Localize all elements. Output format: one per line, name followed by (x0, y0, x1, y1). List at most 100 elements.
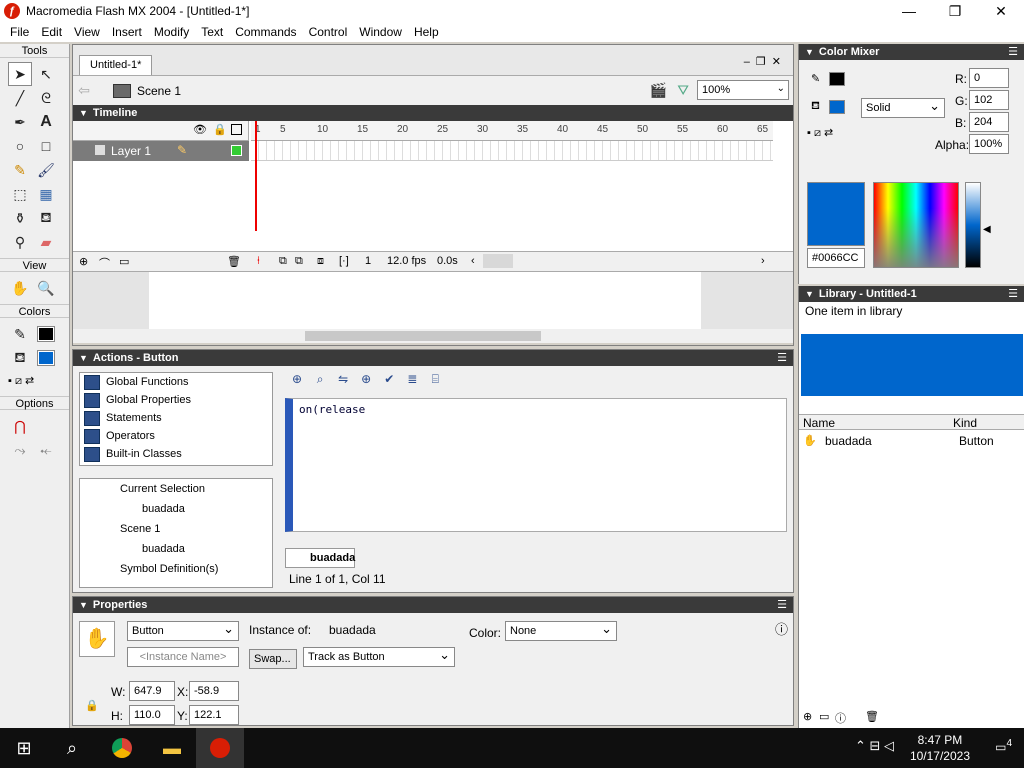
flash-taskbar-icon[interactable] (196, 728, 244, 768)
kind-column-header[interactable]: Kind (953, 416, 977, 430)
close-button[interactable]: ✕ (978, 3, 1024, 20)
eye-icon[interactable]: 👁 (193, 123, 207, 136)
toolbox-global-properties[interactable]: Global Properties (80, 391, 272, 409)
menu-view[interactable]: View (68, 25, 106, 39)
straighten-icon[interactable]: ⤝ (34, 438, 58, 462)
maximize-button[interactable]: ❐ (932, 3, 978, 20)
help-icon[interactable]: ⓘ (775, 619, 788, 638)
properties-header[interactable]: ▼ Properties ☰ (73, 597, 793, 613)
lock-size-icon[interactable]: 🔒 (85, 699, 99, 712)
mixer-stroke-swatch[interactable] (829, 72, 845, 86)
name-column-header[interactable]: Name (803, 416, 835, 430)
oval-tool-icon[interactable]: ○ (8, 134, 32, 158)
taskbar-clock[interactable]: 8:47 PM 10/17/2023 (910, 732, 970, 764)
delete-layer-icon[interactable]: 🗑 (227, 255, 241, 268)
onion-skin-icon[interactable]: ⧉ (279, 255, 287, 268)
height-input[interactable]: 110.0 (129, 705, 175, 725)
free-transform-tool-icon[interactable]: ⬚ (8, 182, 32, 206)
toolbox-statements[interactable]: Statements (80, 409, 272, 427)
ink-bottle-tool-icon[interactable]: ⚱ (8, 206, 32, 230)
stage-hscroll[interactable] (73, 329, 793, 343)
playhead[interactable] (255, 121, 257, 231)
eyedropper-tool-icon[interactable]: ⚲ (8, 230, 32, 254)
script-editor[interactable]: on(release (285, 398, 787, 532)
line-tool-icon[interactable]: ╱ (8, 86, 32, 110)
g-input[interactable]: 102 (969, 90, 1009, 110)
tree-scene-item[interactable]: buadada (142, 543, 185, 563)
tree-current-selection[interactable]: Current Selection (120, 483, 205, 503)
frame-cells[interactable] (251, 141, 773, 161)
onion-outline-icon[interactable]: ⧉ (295, 255, 303, 268)
library-item-row[interactable]: ✋ buadada Button (799, 432, 1009, 450)
subselect-tool-icon[interactable]: ↖ (34, 62, 58, 86)
fill-swatch[interactable] (34, 346, 58, 370)
tray-icons[interactable]: ⌃ ⊟ ◁ (855, 738, 894, 754)
auto-format-icon[interactable]: ≣ (402, 372, 422, 386)
tree-selection-item[interactable]: buadada (142, 503, 185, 523)
mixer-default-icons[interactable]: ▪ ⧄ ⇄ (807, 126, 833, 140)
b-input[interactable]: 204 (969, 112, 1009, 132)
instance-name-input[interactable]: <Instance Name> (127, 647, 239, 667)
color-mixer-header[interactable]: ▼ Color Mixer ☰ (799, 44, 1024, 60)
fill-transform-tool-icon[interactable]: ▦ (34, 182, 58, 206)
document-window-controls[interactable]: ‒❐✕ (744, 55, 787, 68)
smooth-icon[interactable]: ⤳ (8, 438, 32, 462)
eraser-tool-icon[interactable]: ▰ (34, 230, 58, 254)
y-input[interactable]: 122.1 (189, 705, 239, 725)
fill-type-select[interactable]: Solid (861, 98, 945, 118)
add-folder-icon[interactable]: ▭ (119, 255, 129, 268)
menu-text[interactable]: Text (195, 25, 229, 39)
new-symbol-icon[interactable]: ⊕ (803, 710, 812, 723)
width-input[interactable]: 647.9 (129, 681, 175, 701)
menu-control[interactable]: Control (303, 25, 354, 39)
code-hint-icon[interactable]: ⌸ (425, 372, 445, 387)
new-folder-icon[interactable]: ▭ (819, 710, 829, 723)
toolbox-global-functions[interactable]: Global Functions (80, 373, 272, 391)
alpha-input[interactable]: 100% (969, 134, 1009, 154)
symbol-type-select[interactable]: Button (127, 621, 239, 641)
tree-symbol-definitions[interactable]: Symbol Definition(s) (120, 563, 218, 583)
tree-scene[interactable]: Scene 1 (120, 523, 160, 543)
stroke-color-icon[interactable]: ✎ (8, 322, 32, 346)
actions-header[interactable]: ▼ Actions - Button ☰ (73, 350, 793, 366)
document-tab[interactable]: Untitled-1* (79, 55, 153, 75)
swap-button[interactable]: Swap... (249, 649, 297, 669)
menu-insert[interactable]: Insert (106, 25, 148, 39)
toolbox-built-in-classes[interactable]: Built-in Classes (80, 445, 272, 463)
hex-input[interactable]: #0066CC (807, 248, 865, 268)
menu-commands[interactable]: Commands (229, 25, 302, 39)
layer-row[interactable]: Layer 1 ✎ (73, 141, 249, 161)
search-icon[interactable]: ⌕ (48, 728, 96, 768)
color-swap-icons[interactable]: ▪ ⧄ ⇄ (0, 374, 69, 388)
layer-color-box[interactable] (231, 145, 242, 156)
brightness-marker-icon[interactable]: ◀ (983, 224, 991, 235)
lasso-tool-icon[interactable]: ᘓ (34, 86, 58, 110)
scroll-left-icon[interactable]: ‹ (471, 255, 475, 267)
add-guide-icon[interactable]: ⌒ (99, 255, 110, 271)
brightness-slider[interactable] (965, 182, 981, 268)
brush-tool-icon[interactable]: 🖌 (34, 158, 58, 182)
color-effect-select[interactable]: None (505, 621, 617, 641)
edit-symbol-icon[interactable]: ⛛ (677, 82, 689, 99)
color-spectrum[interactable] (873, 182, 959, 268)
add-layer-icon[interactable]: ⊕ (79, 255, 88, 268)
fill-color-icon[interactable]: ⛾ (8, 346, 32, 370)
add-item-icon[interactable]: ⊕ (287, 372, 307, 386)
pencil-tool-icon[interactable]: ✎ (8, 158, 32, 182)
menu-window[interactable]: Window (353, 25, 408, 39)
back-arrow-icon[interactable]: ⇦ (73, 82, 95, 99)
menu-file[interactable]: File (4, 25, 35, 39)
rectangle-tool-icon[interactable]: □ (34, 134, 58, 158)
r-input[interactable]: 0 (969, 68, 1009, 88)
notification-icon[interactable]: ▭4 (995, 738, 1012, 754)
x-input[interactable]: -58.9 (189, 681, 239, 701)
stage-canvas[interactable] (149, 272, 701, 330)
scroll-right-icon[interactable]: › (761, 255, 765, 267)
center-frame-icon[interactable]: ⍿ (257, 255, 260, 268)
menu-edit[interactable]: Edit (35, 25, 68, 39)
text-tool-icon[interactable]: A (34, 110, 58, 134)
hand-tool-icon[interactable]: ✋ (8, 276, 32, 300)
library-header[interactable]: ▼ Library - Untitled-1 ☰ (799, 286, 1024, 302)
chrome-icon[interactable] (98, 728, 146, 768)
file-explorer-icon[interactable]: ▬ (148, 728, 196, 768)
